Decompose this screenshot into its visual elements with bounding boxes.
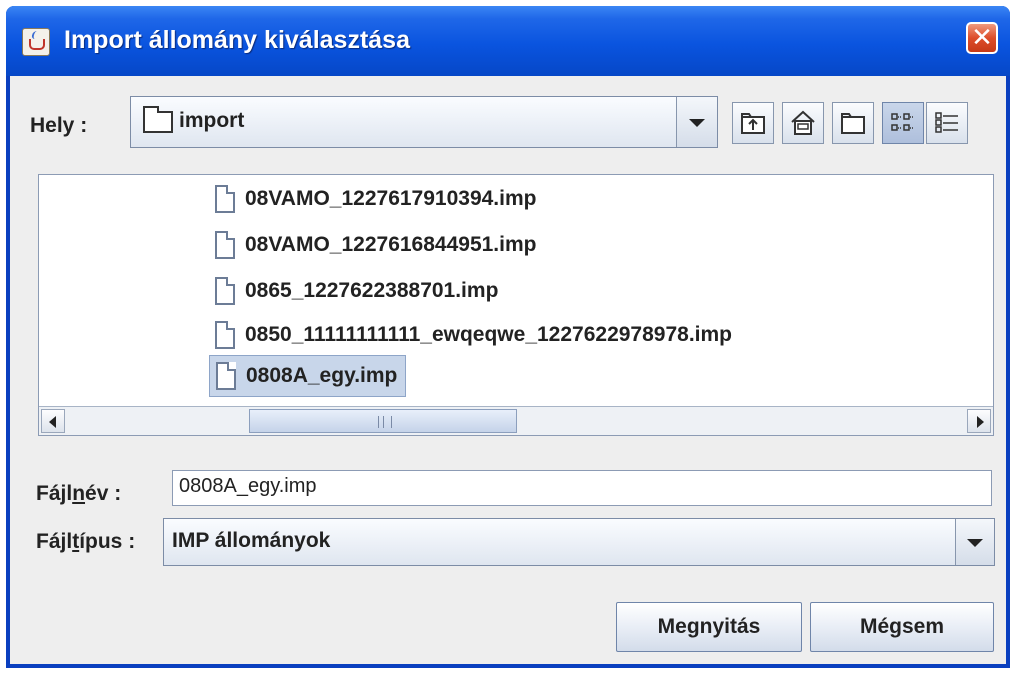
scroll-left-button[interactable]: [41, 409, 65, 433]
file-item[interactable]: 0865_1227622388701.imp: [209, 271, 498, 311]
file-icon: [215, 185, 235, 213]
file-name: 08VAMO_1227617910394.imp: [245, 187, 537, 210]
filename-label: Fájlnév :: [36, 482, 122, 505]
close-button[interactable]: ✕: [966, 22, 998, 54]
file-list[interactable]: mp 08VAMO_1227617910394.imp 08VAMO_12276…: [38, 174, 994, 436]
folder-icon: [143, 106, 173, 133]
window-title: Import állomány kiválasztása: [64, 26, 410, 54]
file-name: 0808A_egy.imp: [246, 364, 398, 387]
list-view-button[interactable]: [882, 102, 924, 144]
scroll-right-button[interactable]: [967, 409, 991, 433]
file-item-selected[interactable]: 0808A_egy.imp: [209, 355, 407, 397]
location-dropdown-button[interactable]: [676, 97, 717, 147]
file-icon: [215, 321, 235, 349]
file-item[interactable]: 0850_11111111111_ewqeqwe_1227622978978.i…: [209, 315, 732, 355]
location-label: Hely :: [30, 114, 88, 137]
file-icon: [215, 277, 235, 305]
file-name: 0850_11111111111_ewqeqwe_1227622978978.i…: [245, 323, 732, 346]
close-icon: ✕: [971, 23, 993, 53]
filetype-label: Fájltípus :: [36, 530, 136, 553]
dialog-window: Import állomány kiválasztása ✕ Hely : im…: [6, 6, 1010, 668]
scrollbar-thumb[interactable]: [249, 409, 517, 433]
file-name: 0865_1227622388701.imp: [245, 279, 499, 302]
filetype-dropdown-button[interactable]: [955, 519, 994, 565]
filetype-value: IMP állományok: [172, 529, 331, 552]
location-value: import: [179, 109, 245, 132]
filename-input[interactable]: 0808A_egy.imp: [172, 470, 992, 506]
horizontal-scrollbar[interactable]: [39, 406, 993, 435]
new-folder-button[interactable]: [832, 102, 874, 144]
open-button[interactable]: Megnyitás: [616, 602, 802, 652]
file-name: 08VAMO_1227616844951.imp: [245, 233, 537, 256]
title-bar[interactable]: Import állomány kiválasztása ✕: [6, 6, 1010, 76]
file-icon: [215, 231, 235, 259]
file-item[interactable]: 08VAMO_1227616844951.imp: [209, 225, 536, 265]
filetype-combobox[interactable]: IMP állományok: [163, 518, 995, 566]
details-view-icon: [935, 112, 958, 133]
dialog-content: Hely : import mp 08VAMO_1227617910394.im…: [10, 76, 1006, 664]
file-icon: [216, 362, 236, 390]
java-cup-icon: [22, 28, 50, 56]
list-view-icon: [891, 113, 914, 131]
chevron-down-icon: [967, 539, 983, 547]
chevron-down-icon: [689, 119, 705, 127]
file-item[interactable]: 08VAMO_1227617910394.imp: [209, 179, 536, 219]
home-button[interactable]: [782, 102, 824, 144]
grip-icon: [378, 416, 392, 428]
arrow-right-icon: [977, 416, 984, 428]
new-folder-icon: [841, 113, 865, 134]
up-folder-button[interactable]: [732, 102, 774, 144]
details-view-button[interactable]: [926, 102, 968, 144]
home-icon: [791, 110, 815, 135]
arrow-left-icon: [49, 416, 56, 428]
up-folder-icon: [741, 113, 765, 134]
cancel-button[interactable]: Mégsem: [810, 602, 994, 652]
location-combobox[interactable]: import: [130, 96, 718, 148]
